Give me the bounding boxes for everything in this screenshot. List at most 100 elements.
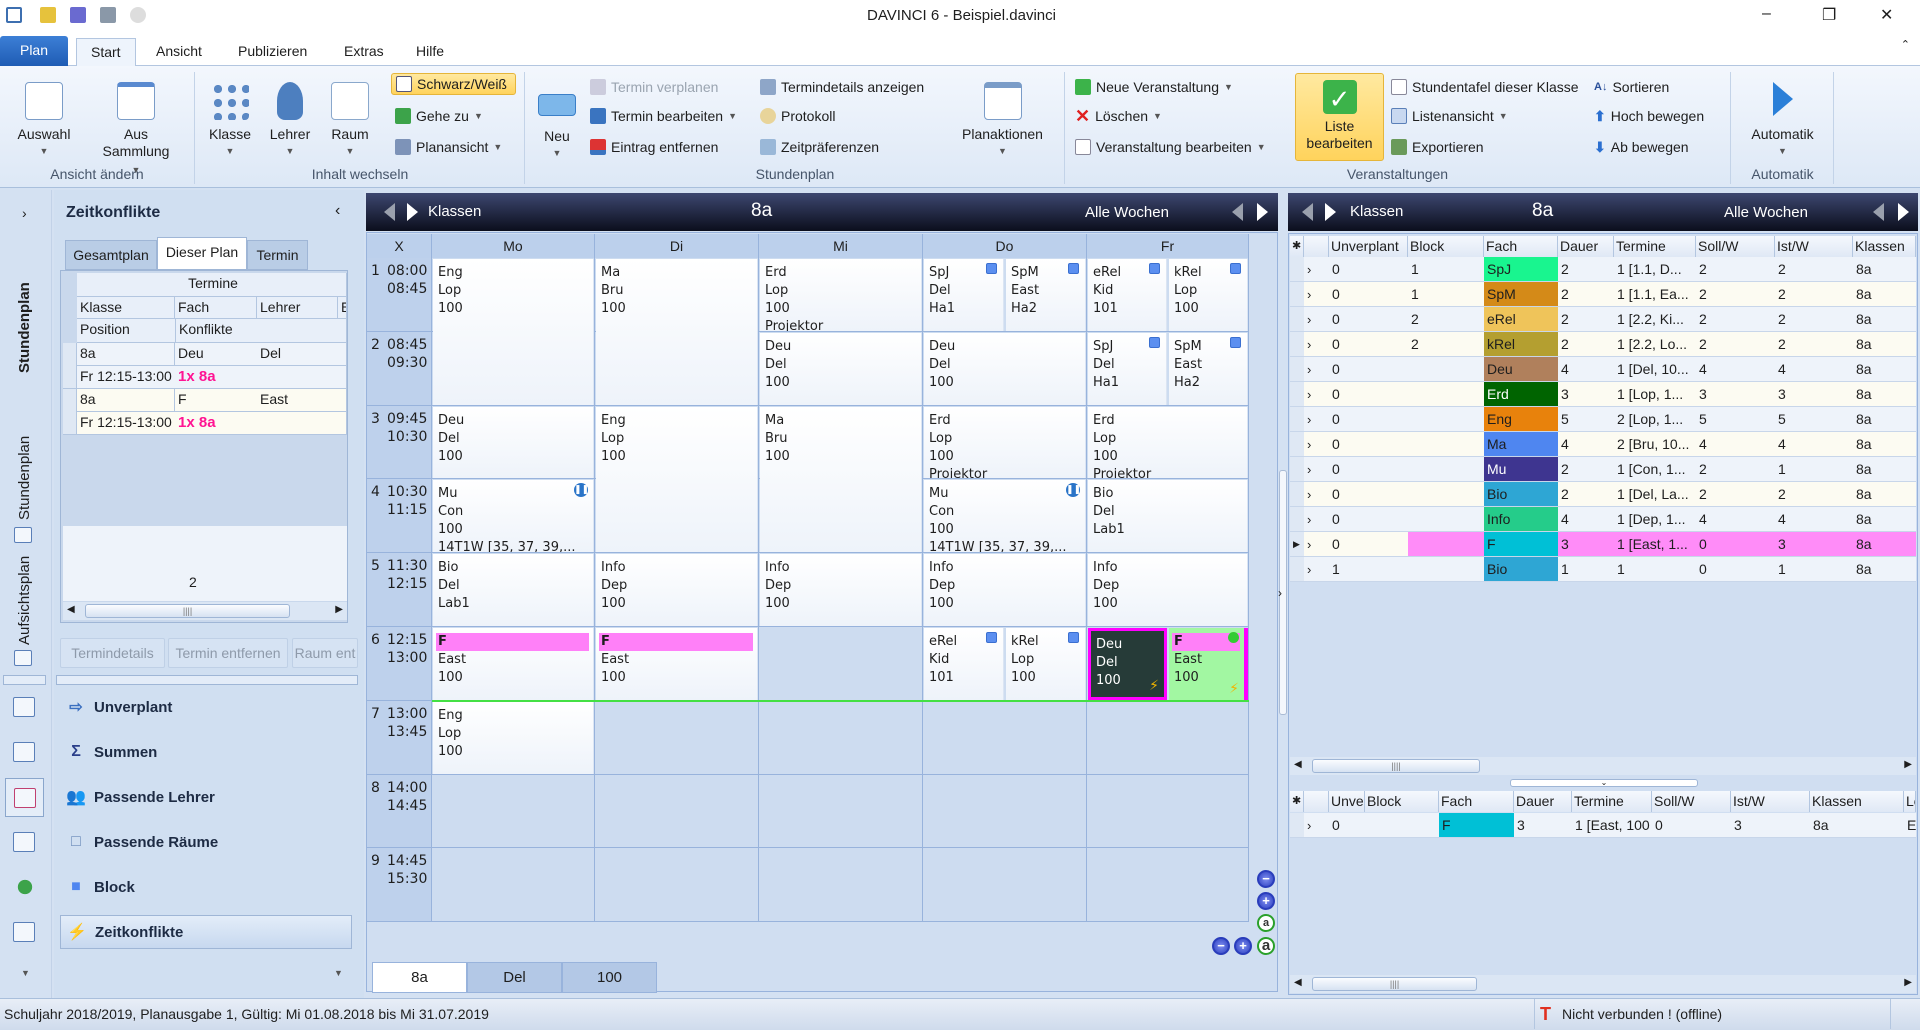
timetable-cell[interactable] — [595, 774, 759, 849]
eintrag-entfernen-button[interactable]: Eintrag entfernen — [590, 136, 718, 158]
row-indicator[interactable] — [1290, 813, 1304, 838]
zoom-in-horizontal-button[interactable]: + — [1234, 937, 1252, 955]
horizontal-scrollbar-detail[interactable]: ◀ |||| ▶ — [1290, 975, 1916, 993]
cell-termine[interactable]: 1 [Lop, 1... — [1614, 382, 1696, 407]
detail-column-header-unverplant[interactable]: Unve — [1329, 791, 1365, 812]
cell-klassen[interactable]: 8a — [1853, 432, 1916, 457]
connection-status[interactable]: Nicht verbunden ! (offline) — [1562, 999, 1722, 1029]
cell-soll[interactable]: 2 — [1696, 282, 1775, 307]
cell-unverplant[interactable]: 1 — [1329, 557, 1408, 582]
prev-week-arrow-icon[interactable] — [1873, 203, 1884, 221]
zoom-out-horizontal-button[interactable]: − — [1212, 937, 1230, 955]
detail-cell-ist[interactable]: 3 — [1731, 813, 1810, 838]
cell-klassen[interactable]: 8a — [1853, 282, 1916, 307]
cell-unverplant[interactable]: 0 — [1329, 357, 1408, 382]
lesson-card[interactable]: SpJ Del Ha1 — [924, 259, 1004, 331]
restore-button[interactable]: ❐ — [1822, 5, 1836, 25]
cell-konflikte[interactable]: 1x 8a — [175, 366, 347, 389]
detail-column-header-soll[interactable]: Soll/W — [1652, 791, 1731, 812]
raum-entfernen-button[interactable]: Raum ent — [292, 638, 358, 668]
schwarz-weiss-button[interactable]: Schwarz/Weiß — [391, 73, 516, 95]
detail-column-header-ist[interactable]: Ist/W — [1731, 791, 1810, 812]
cell-termine[interactable]: 1 [East, 1... — [1614, 532, 1696, 557]
cell-fach[interactable]: Bio — [1484, 557, 1558, 582]
collapse-chevron-icon[interactable]: ‹ — [335, 202, 340, 220]
cell-ist[interactable]: 3 — [1775, 532, 1853, 557]
cell-block[interactable]: 2 — [1408, 332, 1484, 357]
cell-termine[interactable]: 2 [Lop, 1... — [1614, 407, 1696, 432]
detail-cell-le[interactable]: Ea — [1904, 813, 1916, 838]
lesson-card[interactable]: Deu Del 100 — [924, 332, 1086, 405]
row-indicator[interactable] — [63, 343, 77, 389]
minimize-button[interactable]: – — [1762, 5, 1771, 23]
detail-cell-soll[interactable]: 0 — [1652, 813, 1731, 838]
cell-block[interactable] — [1408, 382, 1484, 407]
lesson-card[interactable]: Info Dep 100 — [1088, 554, 1248, 626]
detail-column-header-le[interactable]: Le — [1904, 791, 1916, 812]
planner-icon[interactable] — [13, 832, 35, 852]
cell-dauer[interactable]: 2 — [1558, 257, 1614, 282]
lesson-card[interactable]: Eng Lop 100 — [433, 259, 594, 405]
cell-block[interactable] — [1408, 507, 1484, 532]
cell-klassen[interactable]: 8a — [1853, 482, 1916, 507]
cell-dauer[interactable]: 2 — [1558, 457, 1614, 482]
select-all-icon[interactable]: ✱ — [1290, 236, 1304, 257]
aus-sammlung-button[interactable]: Aus Sammlung ▼ — [98, 82, 174, 179]
cell-lehrer[interactable]: East — [257, 389, 347, 412]
cell-unverplant[interactable]: 0 — [1329, 457, 1408, 482]
cell-fach[interactable]: Info — [1484, 507, 1558, 532]
timetable-cell[interactable] — [759, 848, 923, 923]
tab-ansicht[interactable]: Ansicht — [142, 38, 216, 66]
bottom-tab-del[interactable]: Del — [467, 962, 562, 993]
cell-soll[interactable]: 4 — [1696, 507, 1775, 532]
cell-termine[interactable]: 1 [Del, 10... — [1614, 357, 1696, 382]
save-icon[interactable] — [70, 7, 86, 23]
cell-unverplant[interactable]: 0 — [1329, 382, 1408, 407]
detail-column-header-termine[interactable]: Termine — [1572, 791, 1652, 812]
detail-cell-unverplant[interactable]: 0 — [1329, 813, 1365, 838]
splitter-handle[interactable]: ⌄ — [1510, 779, 1698, 787]
cell-soll[interactable]: 2 — [1696, 332, 1775, 357]
row-indicator[interactable] — [1290, 507, 1304, 532]
expand-row-icon[interactable]: › — [1304, 407, 1329, 432]
cell-dauer[interactable]: 4 — [1558, 432, 1614, 457]
prev-arrow-icon[interactable] — [1302, 203, 1313, 221]
cell-soll[interactable]: 3 — [1696, 382, 1775, 407]
cell-termine[interactable]: 1 [1.1, D... — [1614, 257, 1696, 282]
nav-item-passende-lehrer[interactable]: 👥 Passende Lehrer — [60, 780, 352, 814]
day-header-fr[interactable]: Fr — [1087, 234, 1249, 258]
veranstaltung-bearbeiten-button[interactable]: Veranstaltung bearbeiten ▼ — [1075, 136, 1266, 158]
lesson-card[interactable]: Deu Del 100 — [433, 406, 594, 479]
tab-termin[interactable]: Termin — [247, 240, 308, 270]
detail-column-header-block[interactable]: Block — [1365, 791, 1439, 812]
strip-selected-box[interactable] — [5, 778, 44, 817]
lesson-card[interactable]: F East 100 ⚡ — [1169, 628, 1248, 700]
cell-block[interactable] — [1408, 532, 1484, 557]
automatik-button[interactable]: Automatik ▼ — [1740, 82, 1825, 160]
cell-soll[interactable]: 0 — [1696, 532, 1775, 557]
sortieren-button[interactable]: A↓ Sortieren — [1594, 76, 1669, 98]
lesson-card[interactable]: Mu Con 100 14T1W [35, 37, 39,... ❚❚ — [433, 480, 594, 553]
lesson-card[interactable]: Erd Lop 100 Projektor — [760, 259, 922, 331]
cell-termine[interactable]: 2 [Bru, 10... — [1614, 432, 1696, 457]
cell-soll[interactable]: 2 — [1696, 457, 1775, 482]
detail-cell-termine[interactable]: 1 [East, 100 — [1572, 813, 1652, 838]
next-arrow-icon[interactable] — [407, 203, 418, 221]
cell-ist[interactable]: 2 — [1775, 307, 1853, 332]
cell-block[interactable]: 1 — [1408, 257, 1484, 282]
timetable-cell[interactable] — [1087, 848, 1249, 923]
bottom-tab-8a[interactable]: 8a — [372, 962, 467, 993]
day-header-di[interactable]: Di — [595, 234, 759, 258]
calendar-grid-icon[interactable] — [13, 922, 35, 942]
expand-row-icon[interactable]: › — [1304, 257, 1329, 282]
raum-button[interactable]: Raum ▼ — [325, 82, 375, 160]
loeschen-button[interactable]: ✕ Löschen ▼ — [1075, 105, 1162, 127]
timetable-cell[interactable] — [759, 627, 923, 701]
detail-column-header-fach[interactable]: Fach — [1439, 791, 1514, 812]
row-indicator[interactable] — [1290, 332, 1304, 357]
panel-splitter[interactable] — [56, 675, 358, 685]
cell-block[interactable] — [1408, 407, 1484, 432]
cell-soll[interactable]: 4 — [1696, 357, 1775, 382]
row-indicator[interactable] — [1290, 407, 1304, 432]
lesson-card[interactable]: Info Dep 100 — [760, 554, 922, 626]
